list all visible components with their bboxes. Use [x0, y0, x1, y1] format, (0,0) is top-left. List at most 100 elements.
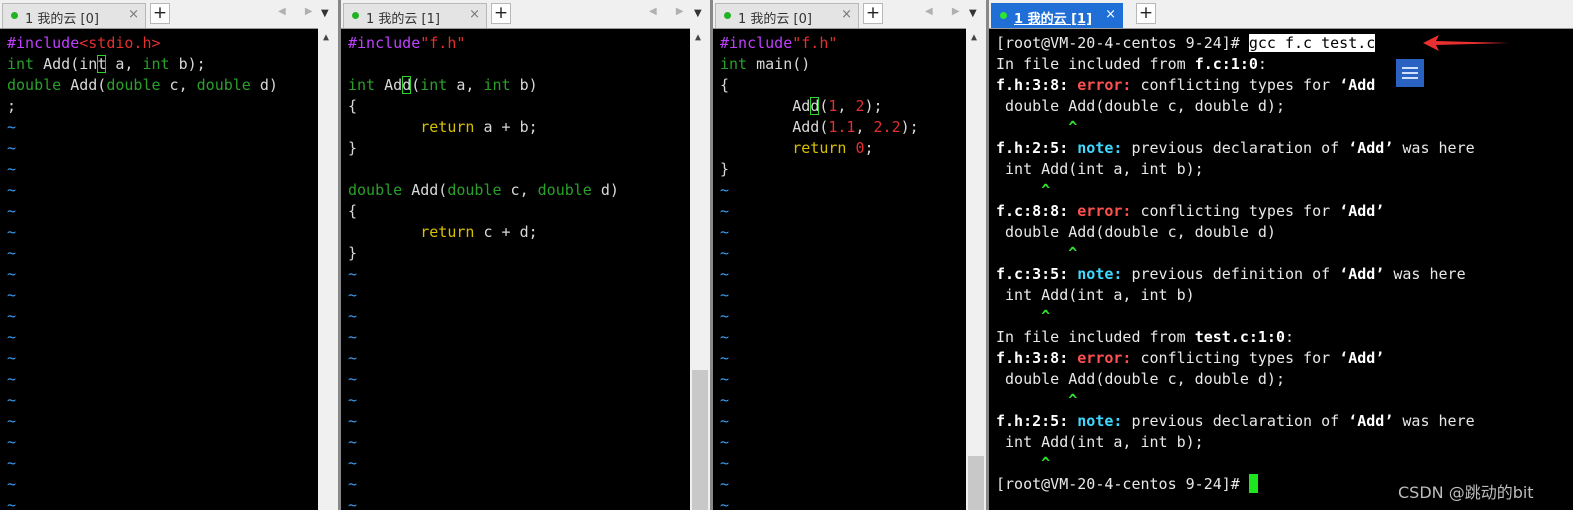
- scroll-up-arrow-icon[interactable]: ▲: [323, 32, 329, 43]
- text-segment: int: [348, 76, 376, 94]
- status-dot-icon: [724, 12, 731, 19]
- text-segment: double Add(double c, double d): [996, 223, 1276, 241]
- code-line: ~: [348, 453, 688, 474]
- editor-buffer[interactable]: #include"f.h" int Add(int a, int b){ retu…: [348, 33, 688, 510]
- text-segment: ~: [720, 433, 730, 451]
- text-segment: f.c:3:5:: [996, 265, 1069, 283]
- text-segment: double: [348, 181, 403, 199]
- text-segment: ‘Add’: [1339, 265, 1385, 283]
- text-segment: conflicting types for: [1131, 76, 1340, 94]
- tab-session-active[interactable]: 1 我的云 [1] ×: [991, 3, 1123, 28]
- text-segment: f.h:2:5:: [996, 139, 1069, 157]
- tab-menu-chevron-down-icon[interactable]: ▼: [321, 8, 329, 19]
- text-segment: double Add(double c, double d);: [996, 370, 1285, 388]
- new-tab-button[interactable]: +: [150, 3, 170, 24]
- text-segment: :: [1285, 328, 1295, 346]
- tab-session[interactable]: 1 我的云 [0] ×: [2, 3, 146, 28]
- text-segment: ~: [348, 412, 358, 430]
- text-segment: [1068, 265, 1077, 283]
- text-segment: ~: [7, 181, 17, 199]
- scroll-up-arrow-icon[interactable]: ▲: [695, 32, 701, 43]
- code-line: #include<stdio.h>: [7, 33, 316, 54]
- text-segment: [1068, 76, 1077, 94]
- text-segment: int Add(int a, int b): [996, 286, 1195, 304]
- new-tab-button[interactable]: +: [491, 3, 511, 24]
- terminal-line: f.h:2:5: note: previous declaration of ‘…: [996, 411, 1569, 432]
- close-icon[interactable]: ×: [1105, 7, 1116, 22]
- pane-2: 1 我的云 [1] × + ◀ ▶ ▼ #include"f.h" int Add…: [341, 0, 710, 510]
- code-line: ~: [720, 306, 964, 327]
- code-line: int Add(int a, int b);: [7, 54, 316, 75]
- pane-3: 1 我的云 [0] × + ◀ ▶ ▼ #include"f.h" int mai…: [713, 0, 986, 510]
- close-icon[interactable]: ×: [469, 7, 480, 22]
- code-line: ~: [720, 180, 964, 201]
- text-segment: [996, 307, 1041, 325]
- code-line: #include"f.h": [348, 33, 688, 54]
- tab-bar: 1 我的云 [1] × +: [989, 0, 1573, 29]
- editor-buffer[interactable]: #include"f.h" int main(){ Add(1, 2); Add(…: [720, 33, 964, 510]
- text-segment: ~: [348, 286, 358, 304]
- tab-menu-chevron-down-icon[interactable]: ▼: [694, 8, 702, 19]
- text-segment: error:: [1077, 349, 1132, 367]
- text-segment: ‘Add: [1339, 76, 1376, 94]
- text-segment: ~: [7, 328, 17, 346]
- text-segment: double: [106, 76, 161, 94]
- text-segment: ~: [720, 307, 730, 325]
- scroll-up-arrow-icon[interactable]: ▲: [971, 32, 977, 43]
- text-segment: int: [7, 55, 35, 73]
- code-line: ~: [348, 306, 688, 327]
- tab-menu-chevron-down-icon[interactable]: ▼: [969, 8, 977, 19]
- text-segment: return: [792, 139, 847, 157]
- editor-buffer[interactable]: #include<stdio.h> int Add(int a, int b); d…: [7, 33, 316, 510]
- text-segment: [996, 244, 1068, 262]
- close-icon[interactable]: ×: [128, 7, 139, 22]
- text-segment: 2: [855, 97, 865, 115]
- code-line: ~: [348, 369, 688, 390]
- code-line: ~: [7, 327, 316, 348]
- text-segment: return: [420, 223, 475, 241]
- code-line: ~: [7, 159, 316, 180]
- code-line: ~: [7, 117, 316, 138]
- tab-scroll-arrows-icon[interactable]: ◀ ▶: [649, 6, 692, 17]
- code-line: }: [348, 138, 688, 159]
- text-segment: ,: [855, 118, 874, 136]
- tab-scroll-arrows-icon[interactable]: ◀ ▶: [278, 6, 321, 17]
- tab-session[interactable]: 1 我的云 [1] ×: [343, 3, 487, 28]
- tab-scroll-arrows-icon[interactable]: ◀ ▶: [925, 6, 968, 17]
- text-segment: ~: [348, 475, 358, 493]
- scrollbar-thumb[interactable]: [692, 370, 708, 510]
- scrollbar[interactable]: ▲: [318, 28, 338, 510]
- text-segment: ;: [7, 97, 17, 115]
- new-tab-button[interactable]: +: [863, 3, 883, 24]
- code-line: }: [348, 243, 688, 264]
- tab-session[interactable]: 1 我的云 [0] ×: [715, 3, 859, 28]
- text-segment: ~: [720, 391, 730, 409]
- terminal-output[interactable]: [root@VM-20-4-centos 9-24]# gcc f.c test…: [996, 33, 1569, 495]
- notes-icon[interactable]: [1396, 59, 1424, 87]
- terminal-line: double Add(double c, double d): [996, 222, 1569, 243]
- terminal-line: ^: [996, 180, 1569, 201]
- text-segment: ~: [7, 496, 17, 510]
- terminal-cursor: [1248, 474, 1258, 493]
- text-segment: [996, 118, 1068, 136]
- text-segment: ~: [7, 433, 17, 451]
- scrollbar-thumb[interactable]: [968, 456, 984, 510]
- text-segment: Add(: [402, 181, 448, 199]
- text-segment: ~: [7, 307, 17, 325]
- code-line: return 0;: [720, 138, 964, 159]
- new-tab-button[interactable]: +: [1136, 3, 1156, 24]
- scrollbar[interactable]: ▲: [690, 28, 710, 510]
- text-segment: [root@VM-20-4-centos 9-24]#: [996, 475, 1249, 493]
- close-icon[interactable]: ×: [841, 7, 852, 22]
- text-segment: ~: [7, 202, 17, 220]
- text-segment: ~: [720, 349, 730, 367]
- text-segment: [348, 118, 420, 136]
- text-segment: 2.2: [873, 118, 901, 136]
- scrollbar[interactable]: ▲: [966, 28, 986, 510]
- tab-bar: 1 我的云 [0] × + ◀ ▶ ▼: [713, 0, 986, 29]
- tab-title: 1 我的云 [0]: [738, 12, 812, 27]
- terminal-line: double Add(double c, double d);: [996, 96, 1569, 117]
- text-segment: in: [79, 55, 98, 73]
- text-segment: [720, 139, 792, 157]
